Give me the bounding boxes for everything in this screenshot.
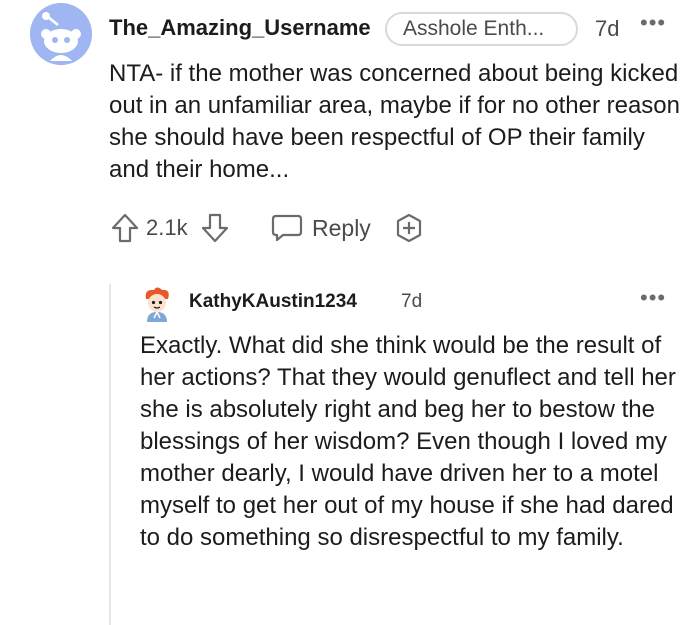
thread-line[interactable]: [109, 284, 111, 625]
reply-button[interactable]: Reply: [312, 210, 371, 246]
downvote-button[interactable]: [200, 210, 230, 246]
speech-bubble-icon: [271, 214, 303, 242]
user-flair: Asshole Enth...: [385, 12, 578, 46]
cartoon-avatar-icon: [145, 287, 169, 322]
upvote-button[interactable]: [110, 210, 140, 246]
reply-timestamp[interactable]: 7d: [401, 291, 422, 313]
award-button[interactable]: [393, 210, 425, 246]
reply-button-icon-wrap[interactable]: [270, 210, 304, 246]
reply-avatar[interactable]: [138, 285, 176, 323]
more-options-button[interactable]: •••: [640, 10, 666, 36]
comment-username[interactable]: The_Amazing_Username: [109, 15, 371, 41]
reply-body: Exactly. What did she think would be the…: [140, 332, 676, 551]
snoo-avatar-icon: [30, 3, 92, 65]
downvote-arrow-icon: [201, 213, 229, 243]
avatar[interactable]: [30, 3, 92, 65]
vote-score: 2.1k: [146, 215, 188, 240]
comment-timestamp[interactable]: 7d: [595, 16, 619, 42]
comment-body: NTA- if the mother was concerned about b…: [109, 60, 680, 183]
reply-username[interactable]: KathyKAustin1234: [189, 291, 357, 313]
upvote-arrow-icon: [111, 213, 139, 243]
award-plus-icon: [396, 213, 422, 243]
reply-more-options-button[interactable]: •••: [640, 285, 666, 311]
